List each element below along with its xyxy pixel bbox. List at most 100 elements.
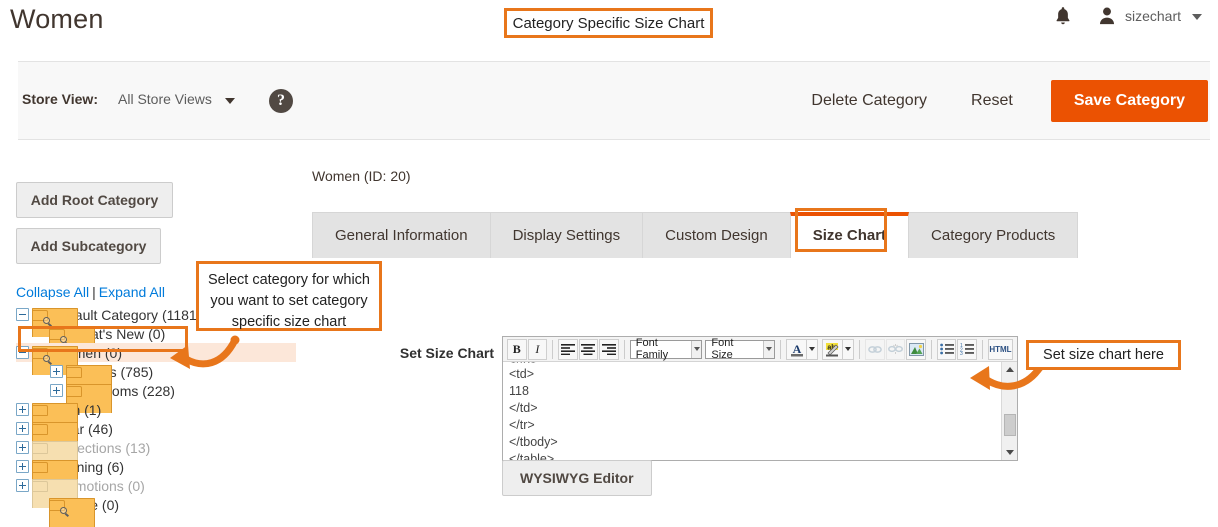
expand-all-link[interactable]: Expand All (99, 284, 165, 300)
expand-icon[interactable] (16, 422, 29, 435)
align-center-icon[interactable] (578, 338, 599, 360)
header-actions: sizechart (1054, 6, 1202, 26)
reset-button[interactable]: Reset (949, 82, 1035, 120)
expand-icon[interactable] (16, 479, 29, 492)
tree-item[interactable]: Promotions (0) (16, 476, 296, 508)
tree-item[interactable]: Collections (13) (16, 438, 296, 470)
chevron-down-icon (762, 340, 775, 358)
toolbar-divider (981, 339, 983, 359)
bold-button[interactable]: B (507, 338, 527, 360)
folder-icon (32, 441, 78, 470)
scroll-down-arrow-icon[interactable] (1002, 445, 1017, 460)
tree-item[interactable]: Bottoms (228) (16, 381, 296, 413)
annotation-editor-callout: Set size chart here (1026, 340, 1181, 370)
page-title: Women (10, 4, 104, 34)
folder-icon (66, 384, 112, 413)
tab-general-information[interactable]: General Information (312, 212, 491, 258)
toolbar-divider (930, 339, 932, 359)
html-source-button[interactable]: HTML (987, 338, 1014, 360)
page-actions-bar: Store View: All Store Views ? Delete Cat… (18, 61, 1210, 140)
italic-button[interactable]: I (527, 338, 548, 360)
tree-item[interactable]: Sale (0) (16, 495, 296, 527)
wysiwyg-editor-button[interactable]: WYSIWYG Editor (502, 460, 652, 496)
scroll-up-arrow-icon[interactable] (1002, 362, 1017, 377)
user-menu[interactable]: sizechart (1098, 6, 1202, 26)
expand-icon[interactable] (16, 403, 29, 416)
align-right-icon[interactable] (599, 338, 619, 360)
folder-icon (32, 346, 78, 375)
numbered-list-icon[interactable]: 123 (957, 338, 977, 360)
toolbar-divider (780, 339, 782, 359)
insert-link-icon[interactable] (865, 338, 885, 360)
toolbar-divider (623, 339, 625, 359)
tab-size-chart[interactable]: Size Chart (789, 212, 910, 258)
vertical-scrollbar[interactable] (1001, 362, 1017, 460)
scrollbar-thumb[interactable] (1004, 414, 1016, 436)
add-subcategory-button[interactable]: Add Subcategory (16, 228, 161, 264)
highlight-color-icon[interactable]: ab (822, 338, 844, 360)
tab-custom-design[interactable]: Custom Design (642, 212, 791, 258)
annotation-tree-callout: Select category for which you want to se… (196, 261, 382, 331)
wysiwyg-editor-container: B I Font Family Font Size A ab 1 2 3 HTM… (502, 336, 1018, 461)
store-view-value: All Store Views (118, 91, 212, 107)
chevron-down-icon (1192, 14, 1202, 20)
tree-item[interactable]: Gear (46) (16, 419, 296, 451)
insert-image-icon[interactable] (906, 338, 926, 360)
user-name: sizechart (1124, 8, 1181, 24)
collapse-icon[interactable] (16, 346, 29, 359)
category-id-label: Women (ID: 20) (312, 168, 411, 184)
tab-category-products[interactable]: Category Products (908, 212, 1079, 258)
user-icon (1098, 6, 1116, 26)
folder-icon (32, 460, 78, 489)
category-tree: Default Category (1181) What's New (0) Wom… (16, 305, 296, 527)
text-color-dropdown[interactable] (807, 338, 819, 360)
align-left-icon[interactable] (558, 338, 578, 360)
unlink-icon[interactable] (885, 338, 906, 360)
main-content: Women (ID: 20) General Information Displa… (312, 168, 1212, 258)
size-chart-code-textarea[interactable]: </td> <td> 118 </td> </tr> </tbody> </ta… (503, 362, 1017, 460)
tab-display-settings[interactable]: Display Settings (489, 212, 644, 258)
tree-item[interactable]: Women (0) (16, 343, 296, 375)
annotation-title-callout: Category Specific Size Chart (504, 8, 713, 38)
text-color-icon[interactable]: A (786, 338, 808, 360)
save-category-button[interactable]: Save Category (1050, 80, 1208, 122)
collapse-icon[interactable] (16, 308, 29, 321)
delete-category-button[interactable]: Delete Category (789, 82, 949, 120)
store-view-switcher[interactable]: Store View: All Store Views (22, 91, 235, 107)
expand-icon[interactable] (16, 460, 29, 473)
font-size-select[interactable]: Font Size (705, 337, 776, 361)
highlight-color-control[interactable]: ab (822, 338, 855, 360)
editor-toolbar: B I Font Family Font Size A ab 1 2 3 HTM… (503, 337, 1017, 362)
folder-icon (66, 365, 112, 394)
collapse-all-link[interactable]: Collapse All (16, 284, 89, 300)
link-separator: | (92, 284, 96, 300)
set-size-chart-label: Set Size Chart (399, 345, 494, 361)
expand-icon[interactable] (16, 441, 29, 454)
chevron-down-icon (224, 97, 235, 104)
bullet-list-icon[interactable] (936, 338, 957, 360)
tree-item[interactable]: Training (6) (16, 457, 296, 489)
toolbar-divider (859, 339, 861, 359)
help-icon[interactable]: ? (269, 89, 293, 113)
folder-icon (32, 308, 78, 337)
add-root-category-button[interactable]: Add Root Category (16, 182, 173, 218)
text-color-control[interactable]: A (786, 338, 819, 360)
bell-icon[interactable] (1054, 6, 1072, 26)
font-family-select[interactable]: Font Family (629, 337, 703, 361)
category-sidebar: Add Root Category Add Subcategory Collap… (16, 182, 296, 527)
expand-icon[interactable] (50, 365, 63, 378)
tree-item[interactable]: Tops (785) (16, 362, 296, 394)
folder-icon (49, 498, 95, 527)
svg-text:A: A (792, 342, 801, 356)
folder-icon (32, 403, 78, 432)
highlight-color-dropdown[interactable] (843, 338, 855, 360)
page-actions-right: Delete Category Reset Save Category (789, 80, 1208, 122)
svg-text:3: 3 (960, 351, 963, 355)
toolbar-divider (552, 339, 554, 359)
tree-item[interactable]: Men (1) (16, 400, 296, 432)
font-family-value: Font Family (635, 337, 669, 361)
folder-icon (32, 422, 78, 451)
expand-icon[interactable] (50, 384, 63, 397)
